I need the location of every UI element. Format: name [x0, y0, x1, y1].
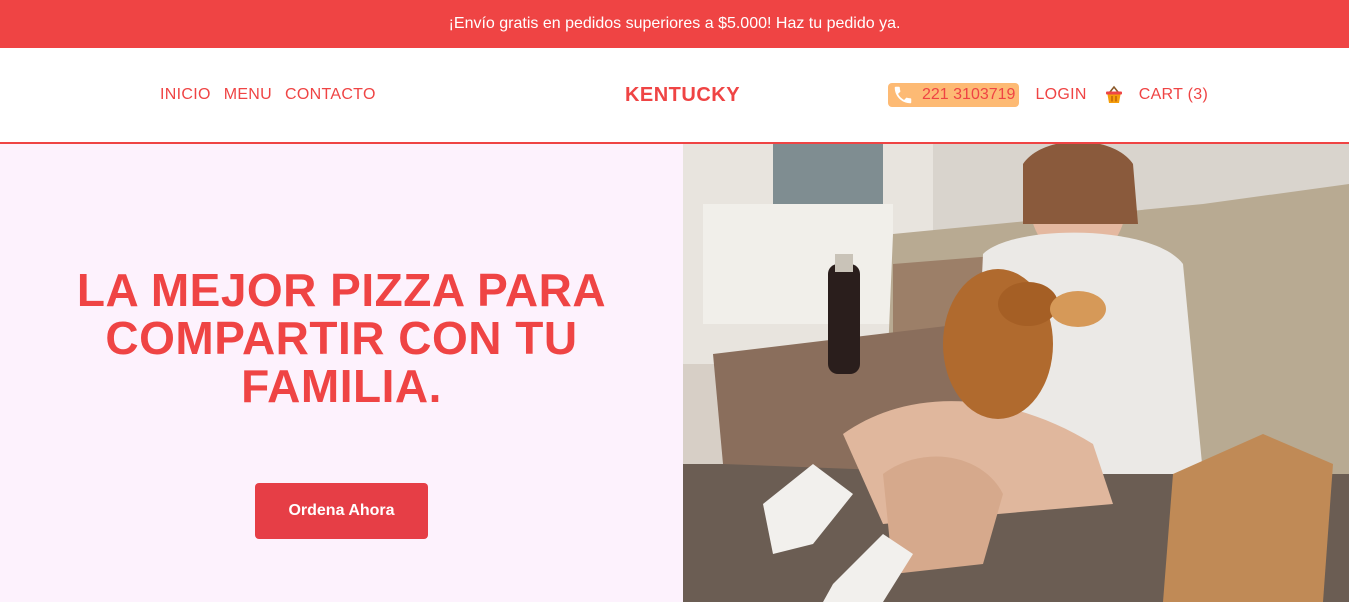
header-actions: 221 3103719 LOGIN CART (3)	[888, 48, 1208, 142]
phone-icon	[894, 86, 912, 104]
nav-link-contacto[interactable]: CONTACTO	[285, 86, 376, 104]
nav-link-menu[interactable]: MENU	[224, 86, 272, 104]
basket-icon[interactable]	[1104, 85, 1124, 105]
login-link[interactable]: LOGIN	[1035, 86, 1086, 104]
brand-logo[interactable]: KENTUCKY	[625, 84, 740, 107]
cart-link[interactable]: CART (3)	[1139, 86, 1208, 104]
promo-banner: ¡Envío gratis en pedidos superiores a $5…	[0, 0, 1349, 48]
site-header: INICIO MENU CONTACTO KENTUCKY 221 310371…	[0, 48, 1349, 144]
nav-link-inicio[interactable]: INICIO	[160, 86, 211, 104]
phone-number: 221 3103719	[922, 86, 1016, 103]
promo-text: ¡Envío gratis en pedidos superiores a $5…	[448, 15, 901, 32]
order-now-button[interactable]: Ordena Ahora	[255, 483, 428, 539]
hero-title: LA MEJOR PIZZA PARA COMPARTIR CON TU FAM…	[76, 264, 607, 412]
hero-image	[683, 144, 1349, 602]
main-nav: INICIO MENU CONTACTO	[160, 48, 376, 142]
phone-button[interactable]: 221 3103719	[888, 83, 1020, 107]
hero-panel: LA MEJOR PIZZA PARA COMPARTIR CON TU FAM…	[0, 144, 683, 602]
